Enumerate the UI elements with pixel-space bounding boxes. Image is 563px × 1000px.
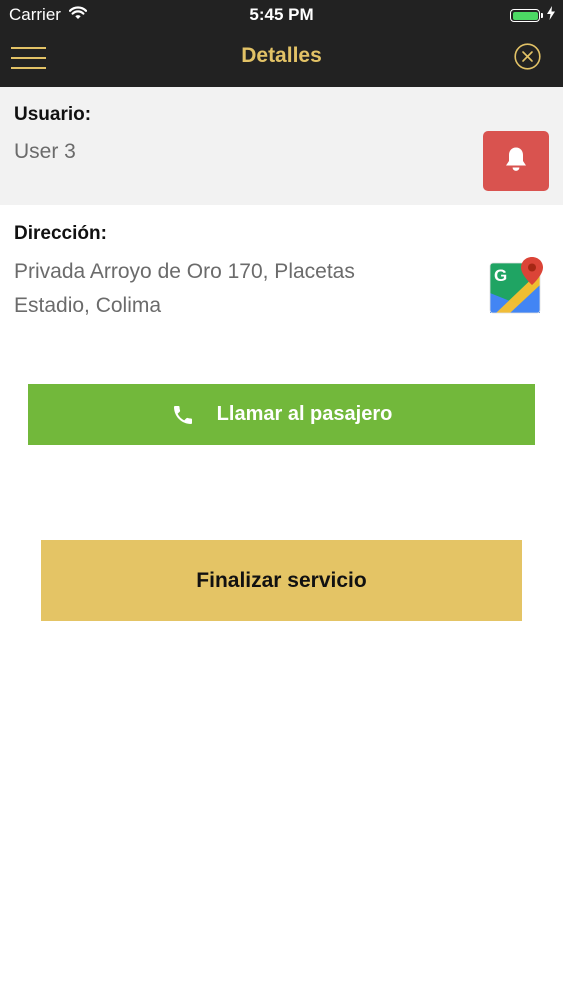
status-bar: Carrier 5:45 PM <box>0 0 563 30</box>
finish-service-button[interactable]: Finalizar servicio <box>41 540 522 621</box>
status-time: 5:45 PM <box>249 5 314 24</box>
call-passenger-button[interactable]: Llamar al pasajero <box>28 384 535 445</box>
user-section: Usuario: User 3 <box>0 87 563 205</box>
address-section: Dirección: Privada Arroyo de Oro 170, Pl… <box>0 205 563 335</box>
user-label: Usuario: <box>14 104 92 125</box>
call-button-label: Llamar al pasajero <box>216 403 393 425</box>
bell-icon <box>504 146 528 177</box>
page-title: Detalles <box>241 44 322 67</box>
address-line-2: Estadio, Colima <box>14 294 162 317</box>
address-line-1: Privada Arroyo de Oro 170, Placetas <box>14 260 355 283</box>
battery-icon <box>510 9 540 22</box>
battery-tip <box>541 13 543 18</box>
close-circle-icon[interactable] <box>514 43 541 70</box>
user-value: User 3 <box>14 140 76 163</box>
alert-button[interactable] <box>483 131 549 191</box>
charging-bolt-icon <box>547 6 555 25</box>
battery-indicator <box>510 6 555 25</box>
address-label: Dirección: <box>14 223 107 244</box>
battery-fill <box>512 11 538 20</box>
finish-button-label: Finalizar servicio <box>196 568 367 592</box>
svg-text:G: G <box>494 266 507 285</box>
nav-bar: Detalles <box>0 30 563 87</box>
phone-icon <box>171 403 195 427</box>
google-maps-icon[interactable]: G <box>488 257 546 317</box>
